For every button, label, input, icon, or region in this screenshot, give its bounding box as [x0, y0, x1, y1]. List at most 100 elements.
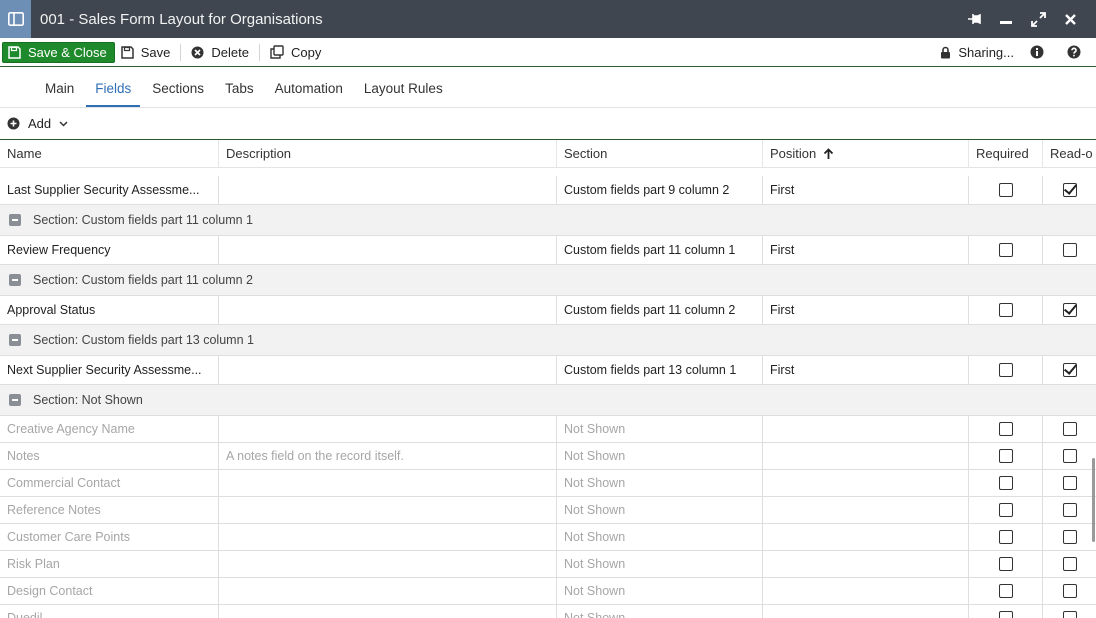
required-checkbox[interactable]	[998, 530, 1013, 544]
field-section-cell[interactable]: Not Shown	[557, 497, 763, 523]
field-position-cell[interactable]	[763, 470, 969, 496]
required-checkbox[interactable]	[998, 611, 1013, 618]
readonly-cell[interactable]	[1043, 176, 1096, 204]
field-position-cell[interactable]	[763, 578, 969, 604]
field-section-cell[interactable]: Custom fields part 9 column 2	[557, 176, 763, 204]
readonly-cell[interactable]	[1043, 578, 1096, 604]
required-cell[interactable]	[969, 443, 1043, 469]
readonly-cell[interactable]	[1043, 605, 1096, 618]
field-section-cell[interactable]: Custom fields part 13 column 1	[557, 356, 763, 384]
field-position-cell[interactable]: First	[763, 356, 969, 384]
close-icon[interactable]	[1054, 0, 1086, 38]
readonly-checkbox[interactable]	[1062, 303, 1077, 317]
section-group-row[interactable]: Section: Custom fields part 11 column 2	[0, 265, 1096, 296]
field-description-cell[interactable]	[219, 296, 557, 324]
field-section-cell[interactable]: Custom fields part 11 column 1	[557, 236, 763, 264]
required-checkbox[interactable]	[998, 449, 1013, 463]
field-position-cell[interactable]	[763, 416, 969, 442]
field-name-cell[interactable]: Duedil	[0, 605, 219, 618]
field-position-cell[interactable]: First	[763, 236, 969, 264]
sharing-button[interactable]: Sharing...	[932, 42, 1022, 63]
collapse-icon[interactable]	[9, 394, 21, 406]
required-checkbox[interactable]	[998, 422, 1013, 436]
readonly-checkbox[interactable]	[1062, 422, 1077, 436]
table-row[interactable]: Reference Notes Not Shown	[0, 497, 1096, 524]
copy-button[interactable]: Copy	[264, 42, 327, 63]
readonly-cell[interactable]	[1043, 524, 1096, 550]
table-row[interactable]: Notes A notes field on the record itself.…	[0, 443, 1096, 470]
field-position-cell[interactable]	[763, 497, 969, 523]
required-cell[interactable]	[969, 470, 1043, 496]
required-cell[interactable]	[969, 296, 1043, 324]
required-checkbox[interactable]	[998, 363, 1013, 377]
field-position-cell[interactable]	[763, 605, 969, 618]
delete-button[interactable]: Delete	[185, 42, 255, 63]
readonly-cell[interactable]	[1043, 443, 1096, 469]
table-row[interactable]: Creative Agency Name Not Shown	[0, 416, 1096, 443]
field-section-cell[interactable]: Not Shown	[557, 605, 763, 618]
field-section-cell[interactable]: Not Shown	[557, 443, 763, 469]
field-name-cell[interactable]: Risk Plan	[0, 551, 219, 577]
readonly-checkbox[interactable]	[1062, 243, 1077, 257]
required-checkbox[interactable]	[998, 503, 1013, 517]
column-header-position[interactable]: Position	[763, 139, 969, 168]
field-position-cell[interactable]: First	[763, 176, 969, 204]
column-header-required[interactable]: Required	[969, 139, 1043, 168]
readonly-checkbox[interactable]	[1062, 611, 1077, 618]
field-name-cell[interactable]: Creative Agency Name	[0, 416, 219, 442]
info-button[interactable]	[1022, 42, 1059, 63]
field-name-cell[interactable]: Next Supplier Security Assessme...	[0, 356, 219, 384]
required-cell[interactable]	[969, 497, 1043, 523]
collapse-icon[interactable]	[9, 274, 21, 286]
table-row[interactable]: Review Frequency Custom fields part 11 co…	[0, 236, 1096, 265]
help-button[interactable]	[1059, 42, 1096, 63]
table-row[interactable]: Approval Status Custom fields part 11 col…	[0, 296, 1096, 325]
readonly-checkbox[interactable]	[1062, 183, 1077, 197]
required-checkbox[interactable]	[998, 557, 1013, 571]
field-position-cell[interactable]	[763, 551, 969, 577]
readonly-cell[interactable]	[1043, 470, 1096, 496]
table-row[interactable]: Design Contact Not Shown	[0, 578, 1096, 605]
field-section-cell[interactable]: Custom fields part 11 column 2	[557, 296, 763, 324]
section-group-row[interactable]: Section: Custom fields part 11 column 1	[0, 205, 1096, 236]
readonly-checkbox[interactable]	[1062, 584, 1077, 598]
required-checkbox[interactable]	[998, 303, 1013, 317]
table-row[interactable]: Next Supplier Security Assessme... Custom…	[0, 356, 1096, 385]
field-description-cell[interactable]	[219, 470, 557, 496]
readonly-cell[interactable]	[1043, 497, 1096, 523]
required-cell[interactable]	[969, 236, 1043, 264]
field-description-cell[interactable]	[219, 578, 557, 604]
required-cell[interactable]	[969, 176, 1043, 204]
column-header-readonly[interactable]: Read-o	[1043, 140, 1096, 168]
required-cell[interactable]	[969, 356, 1043, 384]
tab-main[interactable]: Main	[36, 81, 83, 107]
panel-toggle-icon[interactable]	[0, 0, 31, 38]
field-position-cell[interactable]	[763, 443, 969, 469]
required-cell[interactable]	[969, 416, 1043, 442]
required-checkbox[interactable]	[998, 584, 1013, 598]
field-name-cell[interactable]: Customer Care Points	[0, 524, 219, 550]
collapse-icon[interactable]	[9, 214, 21, 226]
column-header-section[interactable]: Section	[557, 139, 763, 168]
readonly-checkbox[interactable]	[1062, 476, 1077, 490]
add-button[interactable]: Add	[7, 116, 76, 131]
readonly-cell[interactable]	[1043, 356, 1096, 384]
field-section-cell[interactable]: Not Shown	[557, 524, 763, 550]
tab-sections[interactable]: Sections	[143, 81, 213, 107]
field-name-cell[interactable]: Approval Status	[0, 296, 219, 324]
section-group-row[interactable]: Section: Not Shown	[0, 385, 1096, 416]
table-row[interactable]: Risk Plan Not Shown	[0, 551, 1096, 578]
field-description-cell[interactable]	[219, 551, 557, 577]
field-description-cell[interactable]	[219, 416, 557, 442]
readonly-checkbox[interactable]	[1062, 557, 1077, 571]
field-name-cell[interactable]: Review Frequency	[0, 236, 219, 264]
field-name-cell[interactable]: Notes	[0, 443, 219, 469]
tab-automation[interactable]: Automation	[266, 81, 352, 107]
field-description-cell[interactable]	[219, 605, 557, 618]
readonly-cell[interactable]	[1043, 416, 1096, 442]
minimize-icon[interactable]	[990, 0, 1022, 38]
tab-tabs[interactable]: Tabs	[216, 81, 263, 107]
field-name-cell[interactable]: Commercial Contact	[0, 470, 219, 496]
tab-layout-rules[interactable]: Layout Rules	[355, 81, 452, 107]
save-button[interactable]: Save	[115, 42, 177, 63]
